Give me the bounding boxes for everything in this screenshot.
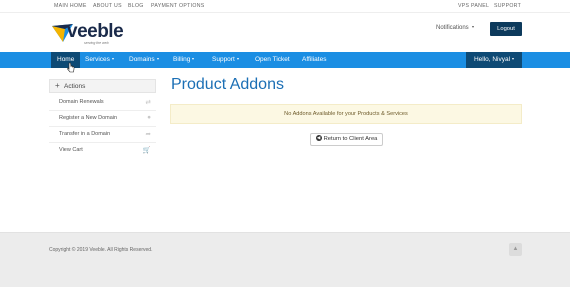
nav-support-label: Support — [212, 56, 235, 63]
support-link[interactable]: SUPPORT — [494, 3, 521, 9]
sidebar-actions-header[interactable]: + Actions — [49, 79, 156, 93]
chevron-down-icon — [472, 26, 475, 29]
brand-logo[interactable]: veeble serving the web — [51, 20, 125, 46]
scroll-to-top-button[interactable]: ▲ — [509, 243, 522, 256]
nav-domains-label: Domains — [129, 56, 155, 63]
refresh-icon: ⇄ — [145, 99, 151, 106]
sidebar-heading: Actions — [64, 83, 86, 90]
nav-support[interactable]: Support — [212, 52, 239, 68]
sidebar-item-domain-renewals[interactable]: Domain Renewals ⇄ — [49, 95, 156, 111]
vps-panel-link[interactable]: VPS PANEL — [458, 3, 489, 9]
footer: Copyright © 2019 Veeble. All Rights Rese… — [0, 232, 570, 287]
share-icon: ➦ — [145, 131, 151, 138]
nav-affiliates-label: Affiliates — [302, 56, 327, 63]
cart-icon: 🛒 — [142, 147, 151, 154]
sidebar-item-label: Transfer in a Domain — [59, 131, 111, 137]
nav-domains[interactable]: Domains — [129, 52, 159, 68]
notifications-label: Notifications — [436, 25, 469, 31]
chevron-down-icon — [236, 58, 239, 61]
globe-icon: ● — [147, 114, 151, 121]
user-menu[interactable]: Hello, Nivyal — [466, 52, 522, 68]
payment-options-link[interactable]: PAYMENT OPTIONS — [151, 3, 205, 9]
page-title: Product Addons — [171, 76, 284, 93]
nav-services-label: Services — [85, 56, 110, 63]
nav-billing-label: Billing — [173, 56, 191, 63]
sidebar-item-view-cart[interactable]: View Cart 🛒 — [49, 143, 156, 159]
utility-bar: MAIN HOME ABOUT US BLOG PAYMENT OPTIONS … — [0, 0, 570, 13]
notifications-menu[interactable]: Notifications — [436, 25, 475, 31]
main-nav: Home Services Domains Billing Support Op… — [0, 52, 570, 68]
chevron-down-icon — [512, 58, 515, 61]
return-button-label: Return to Client Area — [323, 136, 378, 142]
logo-wordmark: veeble — [67, 21, 124, 42]
chevron-down-icon — [111, 58, 114, 61]
chevron-up-icon: ▲ — [512, 246, 519, 252]
main-home-link[interactable]: MAIN HOME — [54, 3, 87, 9]
user-menu-label: Hello, Nivyal — [473, 56, 511, 63]
chevron-down-icon — [192, 58, 195, 61]
return-to-client-area-button[interactable]: ◀ Return to Client Area — [310, 133, 383, 146]
sidebar-item-register-domain[interactable]: Register a New Domain ● — [49, 111, 156, 127]
sidebar-item-label: View Cart — [59, 147, 83, 153]
no-addons-alert: No Addons Available for your Products & … — [170, 104, 522, 124]
nav-open-ticket-label: Open Ticket — [255, 56, 290, 63]
logo-tagline: serving the web — [84, 41, 109, 45]
blog-link[interactable]: BLOG — [128, 3, 144, 9]
nav-open-ticket[interactable]: Open Ticket — [255, 52, 290, 68]
nav-services[interactable]: Services — [85, 52, 114, 68]
sidebar-item-label: Register a New Domain — [59, 115, 118, 121]
mouse-cursor-icon — [67, 62, 75, 73]
about-us-link[interactable]: ABOUT US — [93, 3, 122, 9]
header: veeble serving the web Notifications Log… — [0, 13, 570, 52]
sidebar-item-label: Domain Renewals — [59, 99, 104, 105]
logout-button[interactable]: Logout — [490, 22, 522, 36]
plus-icon: + — [55, 81, 60, 90]
copyright-text: Copyright © 2019 Veeble. All Rights Rese… — [49, 247, 153, 253]
chevron-down-icon — [156, 58, 159, 61]
nav-home[interactable]: Home — [51, 52, 81, 68]
alert-text: No Addons Available for your Products & … — [284, 111, 408, 117]
page: MAIN HOME ABOUT US BLOG PAYMENT OPTIONS … — [0, 0, 570, 287]
arrow-left-circle-icon: ◀ — [315, 134, 322, 141]
nav-affiliates[interactable]: Affiliates — [302, 52, 326, 68]
nav-billing[interactable]: Billing — [173, 52, 195, 68]
sidebar-item-transfer-domain[interactable]: Transfer in a Domain ➦ — [49, 127, 156, 143]
